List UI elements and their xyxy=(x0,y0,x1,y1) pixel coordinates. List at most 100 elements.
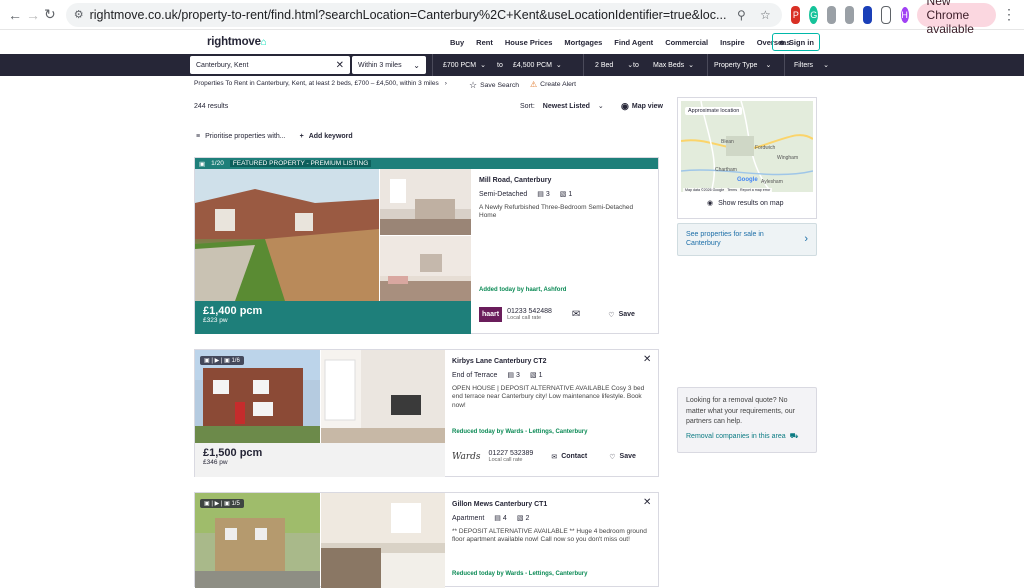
map-footer: Map data ©2026 Google Terms Report a map… xyxy=(683,188,773,192)
bath-count: 1 xyxy=(538,371,543,379)
nav-mortgages[interactable]: Mortgages xyxy=(564,38,602,47)
property-type-value: Property Type xyxy=(714,61,758,69)
property-card[interactable]: ▣ | ▶ | ▣ 1/5 Gillon Mews Canterbury CT1… xyxy=(194,492,659,588)
chevron-right-icon: › xyxy=(804,233,808,245)
address-bar[interactable]: ⚙ rightmove.co.uk/property-to-rent/find.… xyxy=(65,2,783,27)
location-input[interactable]: Canterbury, Kent ✕ xyxy=(190,56,350,74)
site-info-icon[interactable]: ⚙ xyxy=(74,8,84,21)
max-beds-select[interactable]: Max Beds ⌄ xyxy=(653,54,694,76)
extensions-puzzle-icon[interactable] xyxy=(880,5,891,24)
property-card[interactable]: ▣ | ▶ | ▣ 1/6 £1,500 pcm £346 pw Kirbys … xyxy=(194,349,659,477)
property-photo-interior[interactable] xyxy=(321,350,445,443)
listing-address[interactable]: Mill Road, Canterbury xyxy=(479,177,651,184)
sales-link-card[interactable]: See properties for sale in Canterbury › xyxy=(677,223,817,256)
add-keyword-button[interactable]: + Add keyword xyxy=(300,133,353,140)
sort-control: Sort: Newest Listed ⌄ xyxy=(520,102,604,111)
plus-icon: + xyxy=(299,133,304,140)
radius-select[interactable]: Within 3 miles ⌄ xyxy=(352,56,426,74)
price-per-week: £346 pw xyxy=(203,459,228,466)
save-label: Save xyxy=(618,311,635,318)
agent-phone[interactable]: 01233 542488 xyxy=(507,308,552,315)
zoom-icon[interactable]: ⚲ xyxy=(732,6,750,24)
property-type-select[interactable]: Property Type ⌄ xyxy=(714,54,771,76)
save-search-button[interactable]: ☆ Save Search xyxy=(469,80,519,91)
agent-logo-haart[interactable]: haart xyxy=(479,307,503,322)
max-price-select[interactable]: £4,500 PCM ⌄ xyxy=(513,54,562,76)
location-map[interactable]: Approximate location Blean Fordwich Wing… xyxy=(681,101,813,192)
map-terms-link[interactable]: Terms xyxy=(727,188,737,192)
save-button[interactable]: ♡ Save xyxy=(608,311,635,319)
price: £1,400 pcm xyxy=(203,305,263,317)
removal-quote-card: Looking for a removal quote? No matter w… xyxy=(677,387,817,453)
prioritise-button[interactable]: ≡ Prioritise properties with... xyxy=(196,133,286,140)
nav-buy[interactable]: Buy xyxy=(450,38,464,47)
extension-camera-icon[interactable] xyxy=(845,5,854,24)
main-nav: Buy Rent House Prices Mortgages Find Age… xyxy=(450,30,791,54)
agent-phone[interactable]: 01227 532389 xyxy=(489,450,534,457)
min-price-select[interactable]: £700 PCM ⌄ xyxy=(443,54,486,76)
extension-cast-icon[interactable] xyxy=(827,5,837,24)
chevron-down-icon: ⌄ xyxy=(480,62,486,69)
url-text[interactable]: rightmove.co.uk/property-to-rent/find.ht… xyxy=(90,8,727,22)
listing-description: ** DEPOSIT ALTERNATIVE AVAILABLE ** Huge… xyxy=(452,528,647,544)
price-panel[interactable]: £1,500 pcm £346 pw xyxy=(195,443,445,477)
bookmark-star-icon[interactable]: ☆ xyxy=(756,6,774,24)
nav-rent[interactable]: Rent xyxy=(476,38,493,47)
sort-select[interactable]: Newest Listed xyxy=(543,103,590,110)
keyword-row: ≡ Prioritise properties with... + Add keyw… xyxy=(196,133,353,140)
extension-grammarly-icon[interactable]: G xyxy=(809,5,819,24)
property-photo-interior[interactable] xyxy=(321,493,445,588)
reload-icon[interactable]: ↻ xyxy=(44,4,56,26)
nav-inspire[interactable]: Inspire xyxy=(720,38,745,47)
extension-pdf-icon[interactable]: P xyxy=(791,5,801,24)
agent-phone-block[interactable]: 01233 542488 Local call rate xyxy=(507,308,552,321)
divider xyxy=(784,54,785,76)
new-chrome-button[interactable]: New Chrome available xyxy=(916,0,997,36)
show-results-label: Show results on map xyxy=(718,199,784,207)
map-view-button[interactable]: ◉ Map view xyxy=(621,101,663,112)
min-beds-select[interactable]: 2 Bed ⌄ xyxy=(595,54,633,76)
listing-address[interactable]: Kirbys Lane Canterbury CT2 xyxy=(452,358,652,365)
breadcrumb-text[interactable]: Properties To Rent in Canterbury, Kent, … xyxy=(194,80,439,87)
photo-counter: 1/6 xyxy=(231,358,240,364)
nav-find-agent[interactable]: Find Agent xyxy=(614,38,653,47)
bath-count: 2 xyxy=(525,514,530,522)
agent-logo-wards[interactable]: Wards xyxy=(452,452,481,462)
listing-address[interactable]: Gillon Mews Canterbury CT1 xyxy=(452,501,652,508)
listing-details: Gillon Mews Canterbury CT1 Apartment ▤ 4 … xyxy=(452,501,652,545)
profile-avatar[interactable]: H xyxy=(900,6,909,23)
map-pin-icon: ◉ xyxy=(621,101,629,111)
price-panel[interactable]: £1,400 pcm £323 pw xyxy=(195,301,471,334)
garden-image xyxy=(195,169,379,301)
bed-count: 4 xyxy=(502,514,507,522)
added-by: Added today by haart, Ashford xyxy=(479,287,567,293)
property-card-featured[interactable]: ▣ 1/20 FEATURED PROPERTY - PREMIUM LISTI… xyxy=(194,157,659,334)
contact-button[interactable]: ✉ Contact xyxy=(551,453,587,461)
listing-description: A Newly Refurbished Three-Bedroom Semi-D… xyxy=(479,204,634,220)
property-photo-garden[interactable] xyxy=(195,169,379,301)
map-place-label: Chartham xyxy=(715,167,737,173)
hide-listing-icon[interactable]: ✕ xyxy=(643,354,651,365)
nav-house-prices[interactable]: House Prices xyxy=(505,38,553,47)
create-alert-button[interactable]: ⚠ Create Alert xyxy=(530,80,576,89)
extension-shield-icon[interactable] xyxy=(862,5,872,24)
email-icon[interactable]: ✉ xyxy=(572,309,580,320)
nav-commercial[interactable]: Commercial xyxy=(665,38,708,47)
clear-location-icon[interactable]: ✕ xyxy=(336,60,344,71)
forward-icon[interactable]: → xyxy=(26,4,40,26)
sign-in-button[interactable]: ☻ Sign in xyxy=(772,33,820,51)
show-results-on-map-button[interactable]: ◉ Show results on map xyxy=(707,199,784,208)
property-photo-room-1[interactable] xyxy=(380,169,471,235)
map-report-link[interactable]: Report a map error xyxy=(740,188,770,192)
chrome-menu-icon[interactable]: ⋮ xyxy=(1002,6,1016,23)
camera-icon: ▣ xyxy=(199,160,206,168)
room-image xyxy=(380,236,471,301)
removal-companies-link[interactable]: Removal companies in this area ⛟ xyxy=(686,432,808,443)
hide-listing-icon[interactable]: ✕ xyxy=(643,497,651,508)
filters-button[interactable]: Filters ⌄ xyxy=(794,54,829,76)
rightmove-logo[interactable]: rightmove⌂ xyxy=(207,36,267,48)
back-icon[interactable]: ← xyxy=(8,4,22,26)
property-photo-room-2[interactable] xyxy=(380,236,471,301)
agent-phone-block[interactable]: 01227 532389 Local call rate xyxy=(489,450,534,463)
save-button[interactable]: ♡ Save xyxy=(609,453,636,461)
